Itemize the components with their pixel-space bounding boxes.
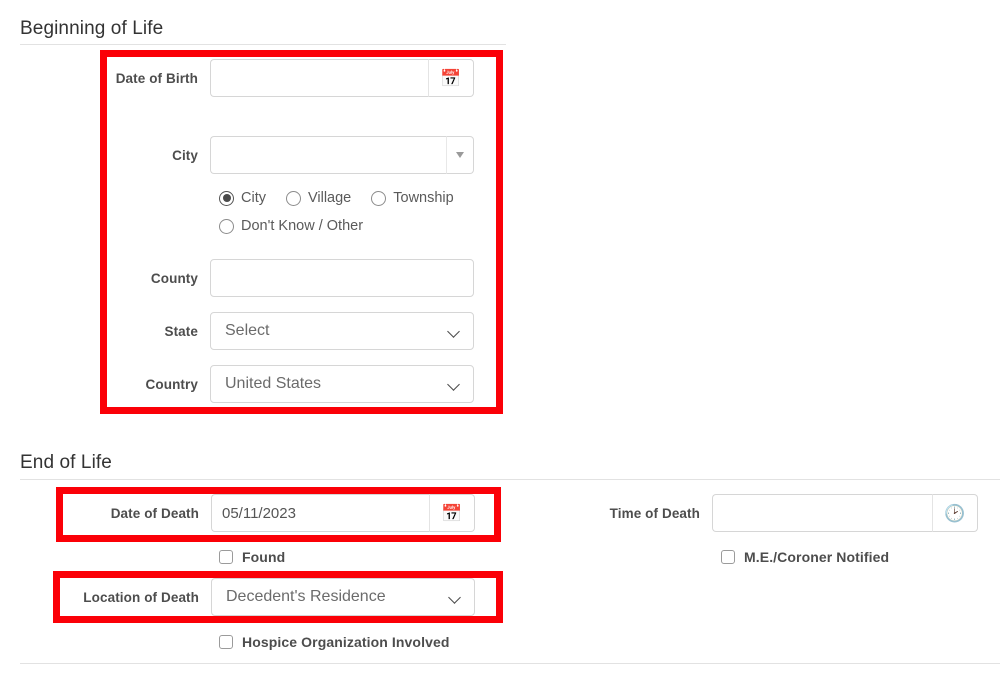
date-of-death-label: Date of Death (110, 505, 199, 521)
chevron-down-icon (448, 378, 461, 391)
section-divider-bottom (20, 663, 1000, 664)
radio-township-mark (371, 190, 387, 206)
field-row-city: City (110, 136, 474, 174)
section-title-end-of-life: End of Life (20, 452, 112, 473)
hospice-organization-involved-checkbox[interactable]: Hospice Organization Involved (219, 634, 450, 650)
city-type-radio-line-2: Don't Know / Other (219, 218, 454, 234)
state-label: State (164, 323, 198, 339)
state-select[interactable]: Select (210, 312, 474, 350)
radio-dont-know-other[interactable]: Don't Know / Other (219, 218, 363, 234)
me-coroner-notified-checkbox[interactable]: M.E./Coroner Notified (721, 549, 889, 565)
field-row-county: County (110, 259, 474, 297)
form-page: Beginning of Life Date of Birth 📅 City C… (0, 0, 1008, 685)
radio-dont-know-other-mark (219, 218, 234, 234)
calendar-icon[interactable]: 📅 (429, 494, 475, 532)
time-of-death-input[interactable] (712, 494, 932, 532)
country-select-value: United States (225, 375, 322, 392)
chevron-down-icon (449, 591, 462, 604)
location-of-death-label: Location of Death (83, 589, 199, 605)
country-select[interactable]: United States (210, 365, 474, 403)
section-divider-end (20, 479, 1000, 480)
radio-dont-know-other-label: Don't Know / Other (241, 218, 364, 234)
field-row-date-of-birth: Date of Birth 📅 (110, 59, 474, 97)
date-of-death-input-group: 05/11/2023 📅 (211, 494, 475, 532)
radio-city-mark (219, 190, 234, 206)
clock-icon-glyph: 🕑 (944, 503, 966, 523)
found-checkbox-label: Found (242, 549, 286, 565)
hospice-checkbox-mark (219, 635, 233, 649)
caret-down-icon-shape (456, 152, 464, 158)
field-row-location-of-death: Location of Death Decedent's Residence (77, 578, 475, 616)
date-of-birth-input[interactable] (210, 59, 428, 97)
county-label: County (150, 270, 198, 286)
radio-city[interactable]: City (219, 190, 266, 206)
clock-icon[interactable]: 🕑 (932, 494, 978, 532)
radio-village[interactable]: Village (285, 190, 352, 206)
city-label: City (172, 147, 198, 163)
location-of-death-select[interactable]: Decedent's Residence (211, 578, 475, 616)
caret-down-icon[interactable] (446, 136, 474, 174)
calendar-icon[interactable]: 📅 (428, 59, 474, 97)
found-checkbox-mark (219, 550, 233, 564)
time-of-death-input-group: 🕑 (712, 494, 978, 532)
date-of-birth-input-group: 📅 (210, 59, 474, 97)
state-select-value: Select (225, 322, 270, 339)
radio-township-label: Township (393, 190, 454, 206)
section-title-beginning-of-life: Beginning of Life (20, 18, 164, 39)
radio-township[interactable]: Township (371, 190, 454, 206)
city-input-group (210, 136, 474, 174)
time-of-death-label: Time of Death (609, 505, 700, 521)
date-of-death-input[interactable]: 05/11/2023 (211, 494, 429, 532)
date-of-birth-label: Date of Birth (115, 70, 198, 86)
city-type-radio-line-1: City Village Township (219, 190, 454, 206)
me-coroner-notified-checkbox-label: M.E./Coroner Notified (744, 549, 890, 565)
county-input[interactable] (210, 259, 474, 297)
city-input[interactable] (210, 136, 446, 174)
section-divider-beginning (20, 44, 506, 45)
country-label: Country (145, 376, 198, 392)
city-type-radio-group: City Village Township Don't Know / Other (219, 190, 454, 234)
field-row-state: State Select (110, 312, 474, 350)
calendar-icon-glyph: 📅 (440, 68, 462, 88)
calendar-icon-glyph: 📅 (441, 503, 463, 523)
field-row-country: Country United States (110, 365, 474, 403)
field-row-time-of-death: Time of Death 🕑 (606, 494, 978, 532)
radio-city-label: City (241, 190, 266, 206)
me-coroner-notified-checkbox-mark (721, 550, 735, 564)
hospice-checkbox-label: Hospice Organization Involved (242, 634, 450, 650)
radio-village-label: Village (307, 190, 352, 206)
radio-village-mark (285, 190, 301, 206)
found-checkbox[interactable]: Found (219, 549, 285, 565)
location-of-death-select-value: Decedent's Residence (226, 588, 386, 605)
chevron-down-icon (448, 325, 461, 338)
field-row-date-of-death: Date of Death 05/11/2023 📅 (105, 494, 475, 532)
